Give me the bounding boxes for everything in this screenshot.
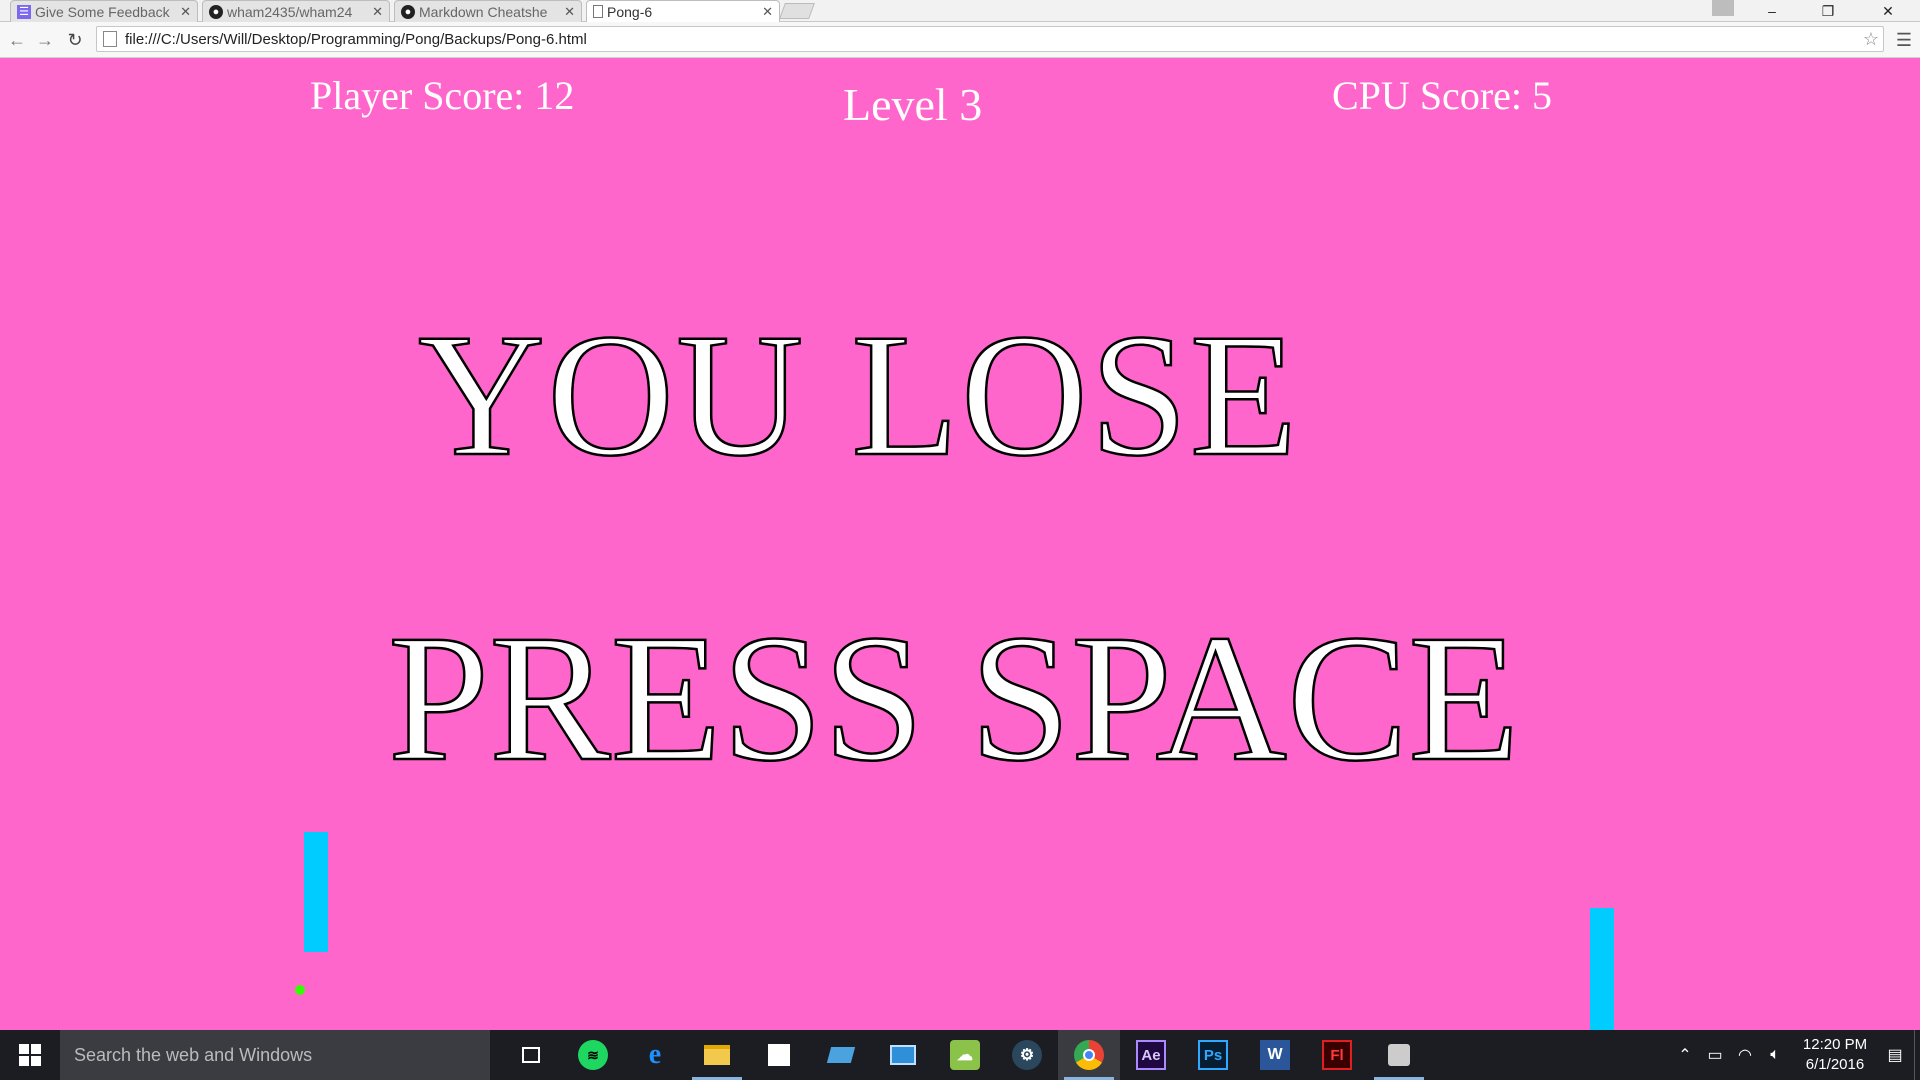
reload-button[interactable]: ↻ <box>62 27 88 53</box>
tab-title: Give Some Feedback <box>35 3 170 20</box>
laptop-app-button[interactable] <box>810 1030 872 1080</box>
press-space-message: PRESS SPACE <box>387 598 1521 799</box>
minimize-button[interactable]: – <box>1752 0 1792 22</box>
photoshop-icon: Ps <box>1198 1040 1228 1070</box>
close-tab-icon[interactable]: ✕ <box>762 4 773 20</box>
start-button[interactable] <box>0 1030 60 1080</box>
flash-icon: Fl <box>1322 1040 1352 1070</box>
restore-button[interactable]: ❐ <box>1808 0 1848 22</box>
taskbar-apps: ≋ e ☁ ⚙ Ae Ps W Fl <box>500 1030 1430 1080</box>
after-effects-icon: Ae <box>1136 1040 1166 1070</box>
forward-arrow-icon: → <box>36 29 54 50</box>
player-score: Player Score: 12 <box>310 73 575 118</box>
windows-logo-icon <box>19 1044 41 1066</box>
word-button[interactable]: W <box>1244 1030 1306 1080</box>
game-app-button[interactable] <box>1368 1030 1430 1080</box>
back-button[interactable]: ← <box>4 27 30 53</box>
tab-title: Markdown Cheatshe <box>419 3 548 20</box>
windows-taskbar: ≋ e ☁ ⚙ Ae Ps <box>0 1030 1920 1080</box>
cloud-app-button[interactable]: ☁ <box>934 1030 996 1080</box>
spotify-icon: ≋ <box>578 1040 608 1070</box>
outlook-app-button[interactable] <box>872 1030 934 1080</box>
battery-icon[interactable]: ▭ <box>1700 1030 1730 1080</box>
address-bar[interactable]: ☆ <box>96 26 1884 52</box>
system-tray: ⌃ ▭ ◠ 🔈︎ 12:20 PM 6/1/2016 ▤ <box>1670 1030 1920 1080</box>
edge-button[interactable]: e <box>624 1030 686 1080</box>
page-icon <box>593 5 603 18</box>
tab-markdown-cheatsheet[interactable]: ● Markdown Cheatshe ✕ <box>394 0 582 22</box>
chevron-up-icon[interactable]: ⌃ <box>1670 1030 1700 1080</box>
browser-tab-strip: ☰ Give Some Feedback ✕ ● wham2435/wham24… <box>0 0 1920 22</box>
player-paddle <box>304 832 328 952</box>
close-tab-icon[interactable]: ✕ <box>564 4 575 20</box>
clock-date: 6/1/2016 <box>1805 1056 1865 1073</box>
after-effects-button[interactable]: Ae <box>1120 1030 1182 1080</box>
chrome-button[interactable] <box>1058 1030 1120 1080</box>
pong-game-canvas[interactable]: Player Score: 12 Level 3 CPU Score: 5 YO… <box>0 58 1920 1030</box>
tab-give-some-feedback[interactable]: ☰ Give Some Feedback ✕ <box>10 0 198 22</box>
level-indicator: Level 3 <box>843 79 983 130</box>
task-view-icon <box>516 1040 546 1070</box>
github-icon: ● <box>401 4 415 19</box>
tab-github-repo[interactable]: ● wham2435/wham24 ✕ <box>202 0 390 22</box>
close-window-button[interactable]: ✕ <box>1868 0 1908 22</box>
outlook-app-icon <box>888 1040 918 1070</box>
back-arrow-icon: ← <box>8 29 26 50</box>
search-input[interactable] <box>74 1044 490 1066</box>
ball <box>295 985 305 995</box>
close-tab-icon[interactable]: ✕ <box>180 4 191 20</box>
bookmark-star-icon[interactable]: ☆ <box>1859 29 1883 50</box>
cpu-score: CPU Score: 5 <box>1332 73 1552 118</box>
tab-pong-6[interactable]: Pong-6 ✕ <box>586 0 780 22</box>
steam-icon: ⚙ <box>1012 1040 1042 1070</box>
github-icon: ● <box>209 4 223 19</box>
tab-title: wham2435/wham24 <box>227 3 353 20</box>
action-center-icon[interactable]: ▤ <box>1880 1030 1910 1080</box>
steam-button[interactable]: ⚙ <box>996 1030 1058 1080</box>
word-icon: W <box>1260 1040 1290 1070</box>
form-icon: ☰ <box>17 4 31 19</box>
photoshop-button[interactable]: Ps <box>1182 1030 1244 1080</box>
new-tab-button[interactable] <box>779 3 815 19</box>
page-icon <box>103 31 117 47</box>
cloud-app-icon: ☁ <box>950 1040 980 1070</box>
reload-icon: ↻ <box>67 29 83 50</box>
store-icon <box>764 1040 794 1070</box>
edge-icon: e <box>648 1039 662 1070</box>
user-profile-icon[interactable] <box>1712 0 1734 16</box>
spotify-button[interactable]: ≋ <box>562 1030 624 1080</box>
volume-icon[interactable]: 🔈︎ <box>1760 1030 1790 1080</box>
chrome-menu-icon[interactable]: ☰ <box>1892 27 1916 53</box>
address-input[interactable] <box>125 30 1859 48</box>
flash-button[interactable]: Fl <box>1306 1030 1368 1080</box>
file-explorer-button[interactable] <box>686 1030 748 1080</box>
file-explorer-icon <box>702 1040 732 1070</box>
show-desktop-button[interactable] <box>1914 1030 1920 1080</box>
you-lose-message: YOU LOSE <box>417 298 1300 493</box>
chrome-icon <box>1074 1040 1104 1070</box>
taskbar-search[interactable] <box>60 1030 490 1080</box>
system-clock[interactable]: 12:20 PM 6/1/2016 <box>1790 1035 1880 1075</box>
wifi-icon[interactable]: ◠ <box>1730 1030 1760 1080</box>
forward-button[interactable]: → <box>32 27 58 53</box>
clock-time: 12:20 PM <box>1802 1036 1868 1053</box>
cpu-paddle <box>1590 908 1614 1030</box>
task-view-button[interactable] <box>500 1030 562 1080</box>
browser-toolbar: ← → ↻ ☆ ☰ <box>0 22 1920 58</box>
tab-title: Pong-6 <box>607 3 653 20</box>
store-button[interactable] <box>748 1030 810 1080</box>
game-app-icon <box>1384 1040 1414 1070</box>
close-tab-icon[interactable]: ✕ <box>372 4 383 20</box>
laptop-app-icon <box>826 1040 856 1070</box>
